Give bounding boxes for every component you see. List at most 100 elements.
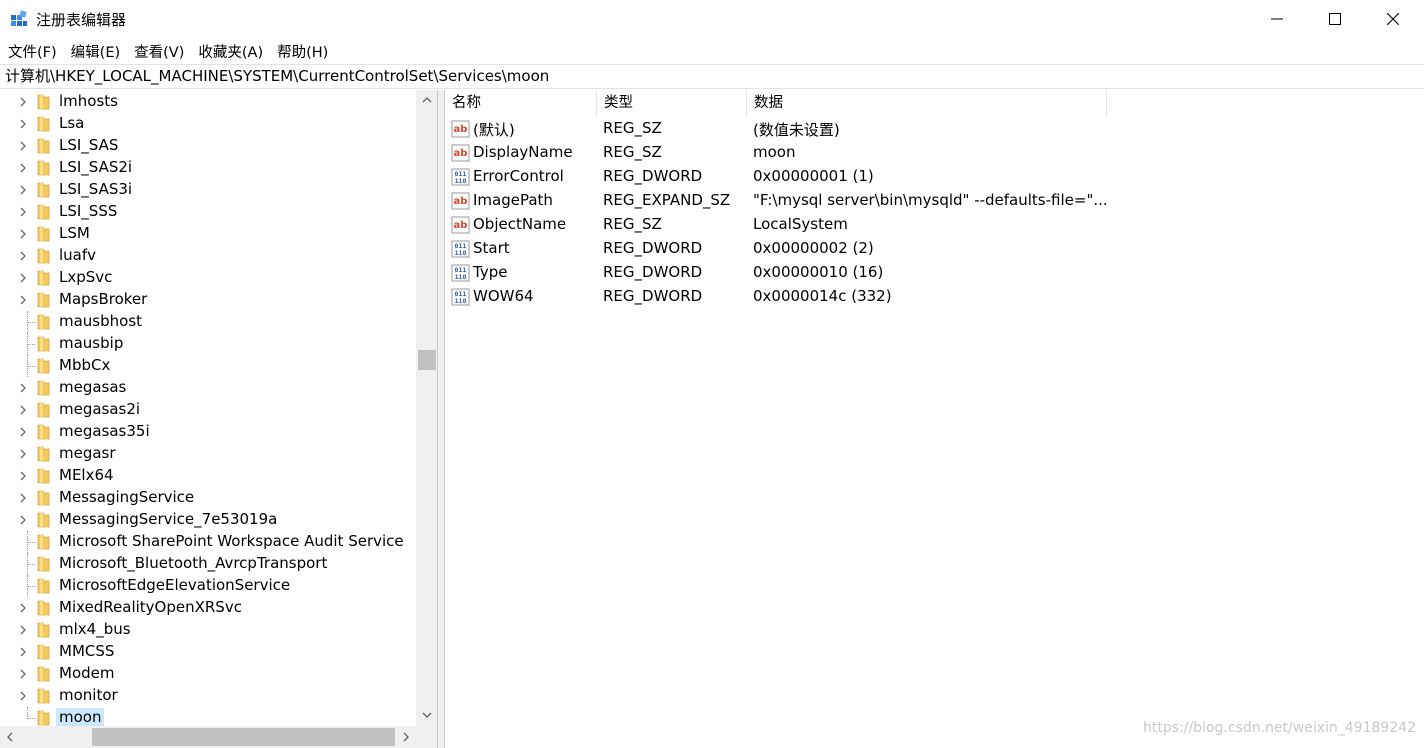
value-row[interactable]: 011 110 Start REG_DWORD 0x00000002 (2) <box>445 237 1424 261</box>
tree-item-label: megasas35i <box>59 422 150 440</box>
value-row[interactable]: 011 110 WOW64 REG_DWORD 0x0000014c (332) <box>445 285 1424 309</box>
expand-chevron-icon[interactable] <box>17 426 29 438</box>
expand-chevron-icon[interactable] <box>17 492 29 504</box>
tree-item[interactable]: Microsoft SharePoint Workspace Audit Ser… <box>0 531 416 553</box>
chevron-down-icon <box>422 712 432 718</box>
expand-chevron-icon[interactable] <box>17 228 29 240</box>
expand-chevron-icon[interactable] <box>17 448 29 460</box>
string-value-icon: ab <box>451 216 470 234</box>
close-button[interactable] <box>1364 0 1422 38</box>
svg-text:ab: ab <box>454 196 468 207</box>
expand-chevron-icon[interactable] <box>17 140 29 152</box>
registry-key-tree: lmhosts Lsa LSI_SAS LSI_SAS2i LSI_SAS3i LSI_S… <box>0 90 438 748</box>
expand-chevron-icon[interactable] <box>17 250 29 262</box>
tree-item[interactable]: MMCSS <box>0 641 416 663</box>
tree-item[interactable]: MbbCx <box>0 355 416 377</box>
expand-chevron-icon[interactable] <box>17 272 29 284</box>
tree-item[interactable]: Lsa <box>0 113 416 135</box>
tree-item[interactable]: megasr <box>0 443 416 465</box>
expand-chevron-icon[interactable] <box>17 602 29 614</box>
column-header-name[interactable]: 名称 <box>445 90 597 117</box>
value-row[interactable]: ab ImagePath REG_EXPAND_SZ "F:\mysql server… <box>445 189 1424 213</box>
expand-chevron-icon[interactable] <box>17 206 29 218</box>
menu-favorites[interactable]: 收藏夹(A) <box>198 41 263 62</box>
tree-item[interactable]: megasas2i <box>0 399 416 421</box>
expand-chevron-icon[interactable] <box>17 162 29 174</box>
scroll-left-button[interactable] <box>0 726 20 748</box>
svg-text:110: 110 <box>455 297 467 305</box>
scroll-up-button[interactable] <box>416 90 437 110</box>
menu-view[interactable]: 查看(V) <box>134 41 184 62</box>
close-icon <box>1387 13 1399 25</box>
tree-item[interactable]: mausbip <box>0 333 416 355</box>
expand-chevron-icon[interactable] <box>17 382 29 394</box>
scroll-right-button[interactable] <box>396 726 416 748</box>
tree-item[interactable]: LSI_SAS <box>0 135 416 157</box>
tree-item[interactable]: MicrosoftEdgeElevationService <box>0 575 416 597</box>
menu-edit[interactable]: 编辑(E) <box>71 41 120 62</box>
minimize-button[interactable] <box>1248 0 1306 38</box>
folder-icon <box>37 600 50 616</box>
value-row[interactable]: ab DisplayName REG_SZ moon <box>445 141 1424 165</box>
value-type: REG_DWORD <box>603 239 703 257</box>
expand-chevron-icon[interactable] <box>17 184 29 196</box>
tree-item[interactable]: MapsBroker <box>0 289 416 311</box>
folder-icon <box>37 710 50 726</box>
tree-item[interactable]: lmhosts <box>0 91 416 113</box>
tree-item[interactable]: megasas35i <box>0 421 416 443</box>
folder-icon <box>37 358 50 374</box>
value-type: REG_DWORD <box>603 167 703 185</box>
expand-chevron-icon[interactable] <box>17 668 29 680</box>
tree-item[interactable]: LxpSvc <box>0 267 416 289</box>
column-header-type[interactable]: 类型 <box>597 90 747 117</box>
expand-chevron-icon[interactable] <box>17 118 29 130</box>
value-type: REG_SZ <box>603 215 662 233</box>
tree-item[interactable]: MixedRealityOpenXRSvc <box>0 597 416 619</box>
scroll-down-button[interactable] <box>416 704 437 726</box>
tree-item[interactable]: LSI_SSS <box>0 201 416 223</box>
value-data: "F:\mysql server\bin\mysqld" --defaults-… <box>753 191 1108 209</box>
tree-item[interactable]: MElx64 <box>0 465 416 487</box>
tree-item[interactable]: mausbhost <box>0 311 416 333</box>
tree-item[interactable]: LSI_SAS2i <box>0 157 416 179</box>
column-header-data[interactable]: 数据 <box>747 90 1107 117</box>
menu-file[interactable]: 文件(F) <box>8 41 57 62</box>
tree-item[interactable]: Microsoft_Bluetooth_AvrcpTransport <box>0 553 416 575</box>
tree-item[interactable]: Modem <box>0 663 416 685</box>
value-name: ImagePath <box>473 191 553 209</box>
tree-item[interactable]: luafv <box>0 245 416 267</box>
tree-vertical-scrollbar[interactable] <box>416 90 437 726</box>
expand-chevron-icon[interactable] <box>17 690 29 702</box>
tree-connector-line <box>27 322 35 323</box>
tree-item-label: LSM <box>59 224 90 242</box>
value-row[interactable]: ab ObjectName REG_SZ LocalSystem <box>445 213 1424 237</box>
value-data: 0x00000001 (1) <box>753 167 874 185</box>
menu-help[interactable]: 帮助(H) <box>277 41 328 62</box>
expand-chevron-icon[interactable] <box>17 624 29 636</box>
svg-text:110: 110 <box>455 273 467 281</box>
expand-chevron-icon[interactable] <box>17 470 29 482</box>
value-row[interactable]: ab (默认) REG_SZ (数值未设置) <box>445 117 1424 141</box>
tree-item[interactable]: LSI_SAS3i <box>0 179 416 201</box>
expand-chevron-icon[interactable] <box>17 514 29 526</box>
expand-chevron-icon[interactable] <box>17 96 29 108</box>
tree-item[interactable]: MessagingService <box>0 487 416 509</box>
maximize-button[interactable] <box>1306 0 1364 38</box>
address-bar[interactable]: 计算机\HKEY_LOCAL_MACHINE\SYSTEM\CurrentCon… <box>0 64 1424 89</box>
horizontal-scroll-thumb[interactable] <box>92 728 395 746</box>
expand-chevron-icon[interactable] <box>17 646 29 658</box>
tree-item[interactable]: megasas <box>0 377 416 399</box>
tree-item[interactable]: monitor <box>0 685 416 707</box>
value-row[interactable]: 011 110 ErrorControl REG_DWORD 0x00000001 (1… <box>445 165 1424 189</box>
tree-item-label: MessagingService_7e53019a <box>59 510 278 528</box>
vertical-scroll-thumb[interactable] <box>418 350 436 370</box>
folder-icon <box>37 424 50 440</box>
tree-item[interactable]: mlx4_bus <box>0 619 416 641</box>
tree-horizontal-scrollbar[interactable] <box>0 726 416 748</box>
expand-chevron-icon[interactable] <box>17 294 29 306</box>
tree-item[interactable]: MessagingService_7e53019a <box>0 509 416 531</box>
value-row[interactable]: 011 110 Type REG_DWORD 0x00000010 (16) <box>445 261 1424 285</box>
tree-item[interactable]: LSM <box>0 223 416 245</box>
binary-value-icon: 011110 <box>451 288 470 306</box>
expand-chevron-icon[interactable] <box>17 404 29 416</box>
